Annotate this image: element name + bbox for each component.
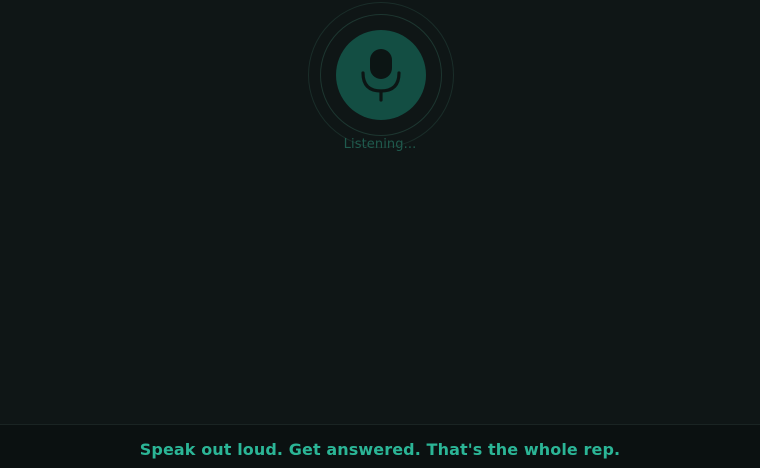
footer-bar: Speak out loud. Get answered. That's the… xyxy=(0,424,760,468)
voice-stage: Listening... xyxy=(0,0,760,424)
listening-status: Listening... xyxy=(343,137,417,152)
mic-button[interactable] xyxy=(336,30,426,120)
microphone-icon xyxy=(359,47,403,103)
footer-tagline: Speak out loud. Get answered. That's the… xyxy=(139,440,621,459)
mic-area xyxy=(308,2,454,148)
